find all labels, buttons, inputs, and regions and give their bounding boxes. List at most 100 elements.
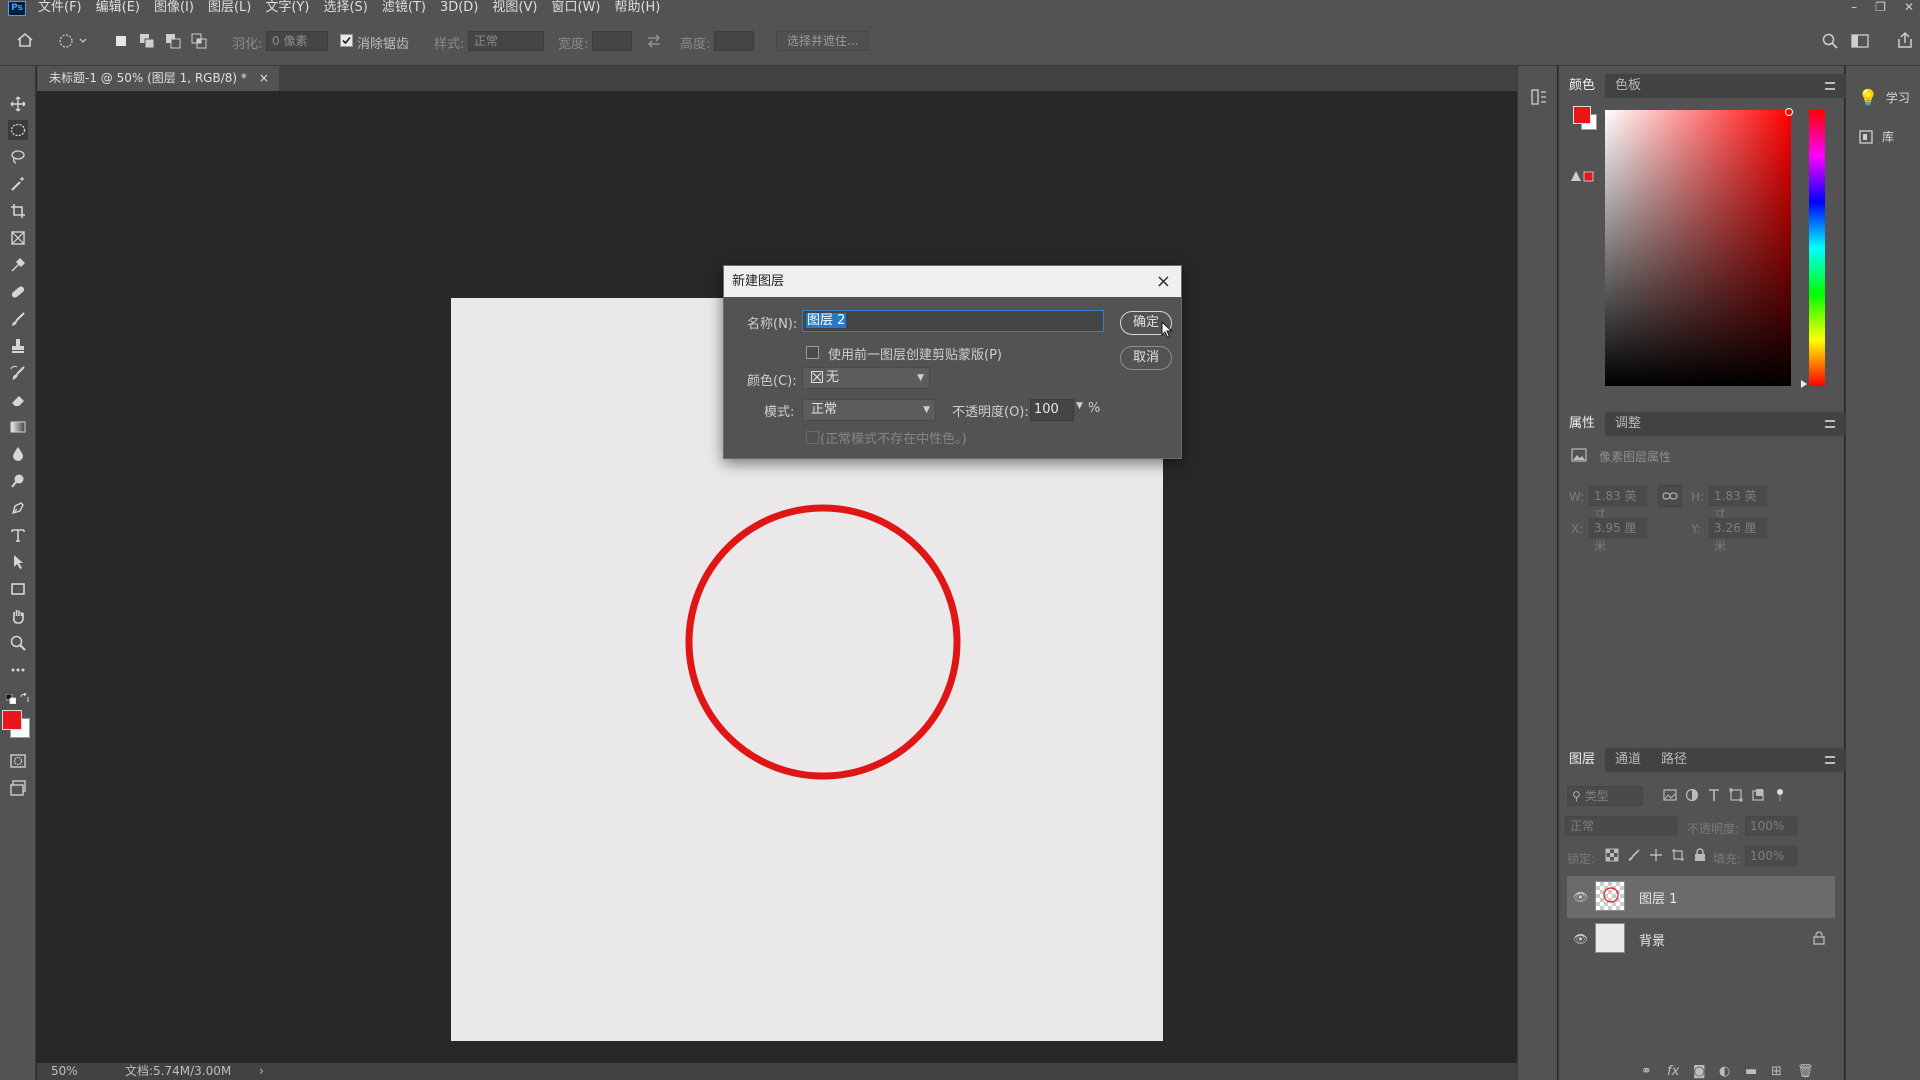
filter-smart-object-icon[interactable]	[1751, 788, 1765, 802]
clip-mask-checkbox[interactable]	[806, 346, 819, 359]
x-prop-input[interactable]: 3.95 厘米	[1589, 518, 1647, 553]
width-input[interactable]	[592, 31, 632, 51]
antialias-checkbox[interactable]	[340, 34, 353, 47]
filter-adjustment-icon[interactable]	[1685, 788, 1699, 802]
path-selection-tool-icon[interactable]	[8, 552, 28, 572]
hand-tool-icon[interactable]	[8, 606, 28, 626]
history-brush-tool-icon[interactable]	[8, 363, 28, 383]
link-layers-icon[interactable]: ⚭	[1641, 1064, 1652, 1079]
menu-file[interactable]: 文件(F)	[38, 0, 82, 16]
new-group-icon[interactable]: ▬	[1745, 1064, 1757, 1079]
cancel-button[interactable]: 取消	[1120, 346, 1172, 370]
height-input[interactable]	[714, 31, 754, 51]
more-tools-icon[interactable]	[8, 660, 28, 680]
new-layer-icon[interactable]: ⊞	[1771, 1064, 1782, 1079]
lock-position-icon[interactable]	[1649, 848, 1663, 862]
select-and-mask-button[interactable]: 选择并遮住...	[776, 31, 870, 51]
delete-layer-icon[interactable]: 🗑	[1797, 1064, 1814, 1079]
brush-tool-icon[interactable]	[8, 309, 28, 329]
y-prop-input[interactable]: 3.26 厘米	[1709, 518, 1767, 553]
filter-toggle-icon[interactable]	[1773, 788, 1787, 802]
layers-panel-menu-icon[interactable]	[1825, 756, 1835, 764]
layer-name[interactable]: 背景	[1639, 930, 1665, 949]
search-icon[interactable]	[1822, 33, 1838, 49]
opacity-input[interactable]: 100	[1030, 399, 1074, 421]
restore-icon[interactable]: ❐	[1875, 0, 1886, 14]
lock-artboard-icon[interactable]	[1671, 848, 1685, 862]
blur-tool-icon[interactable]	[8, 444, 28, 464]
layer-lock-icon[interactable]	[1813, 931, 1825, 945]
share-icon[interactable]	[1896, 31, 1914, 49]
swap-colors-icon[interactable]	[20, 693, 30, 703]
properties-panel-menu-icon[interactable]	[1825, 420, 1835, 428]
tab-color[interactable]: 颜色	[1559, 74, 1606, 98]
layer-row-layer-1[interactable]: 👁 图层 1	[1567, 876, 1835, 918]
document-tab[interactable]: 未标题-1 @ 50% (图层 1, RGB/8) * ×	[37, 66, 279, 91]
lock-transparent-pixels-icon[interactable]	[1605, 848, 1619, 862]
intersect-selection-icon[interactable]	[190, 32, 208, 50]
menu-help[interactable]: 帮助(H)	[614, 0, 660, 16]
visibility-eye-icon[interactable]: 👁	[1573, 932, 1588, 946]
tab-paths[interactable]: 路径	[1651, 748, 1697, 772]
color-select[interactable]: 无 ▼	[802, 367, 930, 389]
neutral-color-checkbox[interactable]	[806, 431, 819, 444]
eyedropper-tool-icon[interactable]	[8, 255, 28, 275]
learn-panel-button[interactable]: 💡 学习	[1858, 88, 1910, 107]
add-to-selection-icon[interactable]	[138, 32, 156, 50]
menu-view[interactable]: 视图(V)	[492, 0, 537, 16]
lasso-tool-icon[interactable]	[8, 147, 28, 167]
gamut-warning-icon[interactable]	[1571, 170, 1595, 182]
canvas-area[interactable]	[37, 91, 1500, 1063]
filter-shape-icon[interactable]	[1729, 788, 1743, 802]
color-panel-menu-icon[interactable]	[1825, 82, 1835, 90]
tab-swatches[interactable]: 色板	[1605, 74, 1651, 98]
zoom-level[interactable]: 50%	[51, 1063, 78, 1080]
menu-image[interactable]: 图像(I)	[154, 0, 194, 16]
layer-name-input[interactable]: 图层 2	[802, 310, 1104, 332]
hue-slider-marker[interactable]	[1801, 380, 1807, 388]
layer-filter-select[interactable]: ⚲ 类型	[1567, 786, 1643, 806]
default-colors-icon[interactable]	[6, 694, 16, 704]
elliptical-marquee-tool-icon[interactable]	[8, 120, 28, 140]
visibility-eye-icon[interactable]: 👁	[1573, 890, 1588, 904]
layer-row-background[interactable]: 👁 背景	[1567, 918, 1835, 960]
status-menu-arrow[interactable]: ›	[259, 1063, 264, 1080]
new-selection-icon[interactable]	[112, 32, 130, 50]
dialog-close-icon[interactable]: ×	[1156, 266, 1171, 297]
gradient-tool-icon[interactable]	[8, 417, 28, 437]
menu-filter[interactable]: 滤镜(T)	[382, 0, 426, 16]
type-tool-icon[interactable]	[8, 525, 28, 545]
clone-stamp-tool-icon[interactable]	[8, 336, 28, 356]
history-panel-icon[interactable]	[1530, 88, 1548, 106]
workspace-icon[interactable]	[1851, 33, 1869, 49]
lock-image-pixels-icon[interactable]	[1627, 848, 1641, 862]
hue-slider[interactable]	[1809, 110, 1825, 386]
link-dimensions-icon[interactable]	[1658, 485, 1682, 507]
close-window-icon[interactable]: ✕	[1904, 0, 1914, 14]
tab-channels[interactable]: 通道	[1605, 748, 1651, 772]
screen-mode-icon[interactable]	[8, 778, 28, 798]
layer-blend-mode-select[interactable]: 正常	[1565, 816, 1677, 836]
subtract-from-selection-icon[interactable]	[164, 32, 182, 50]
height-prop-input[interactable]: 1.83 英寸	[1709, 486, 1767, 521]
layer-style-fx-icon[interactable]: fx	[1667, 1064, 1679, 1079]
zoom-tool-icon[interactable]	[8, 633, 28, 653]
filter-pixel-icon[interactable]	[1663, 788, 1677, 802]
document-tab-close-icon[interactable]: ×	[259, 66, 269, 91]
magic-wand-tool-icon[interactable]	[8, 174, 28, 194]
pen-tool-icon[interactable]	[8, 498, 28, 518]
menu-3d[interactable]: 3D(D)	[440, 0, 478, 16]
fill-input[interactable]: 100%	[1745, 846, 1797, 866]
minimize-icon[interactable]: –	[1851, 0, 1857, 14]
menu-edit[interactable]: 编辑(E)	[96, 0, 140, 16]
lock-all-icon[interactable]	[1693, 848, 1707, 862]
swap-width-height-icon[interactable]	[646, 34, 662, 48]
opacity-stepper-icon[interactable]: ▼	[1076, 401, 1083, 411]
color-picker-field[interactable]	[1605, 110, 1791, 386]
menu-layer[interactable]: 图层(L)	[208, 0, 251, 16]
healing-brush-tool-icon[interactable]	[8, 282, 28, 302]
tab-properties[interactable]: 属性	[1559, 412, 1606, 436]
rectangle-tool-icon[interactable]	[8, 579, 28, 599]
feather-input[interactable]: 0 像素	[266, 31, 328, 51]
menu-window[interactable]: 窗口(W)	[551, 0, 600, 16]
